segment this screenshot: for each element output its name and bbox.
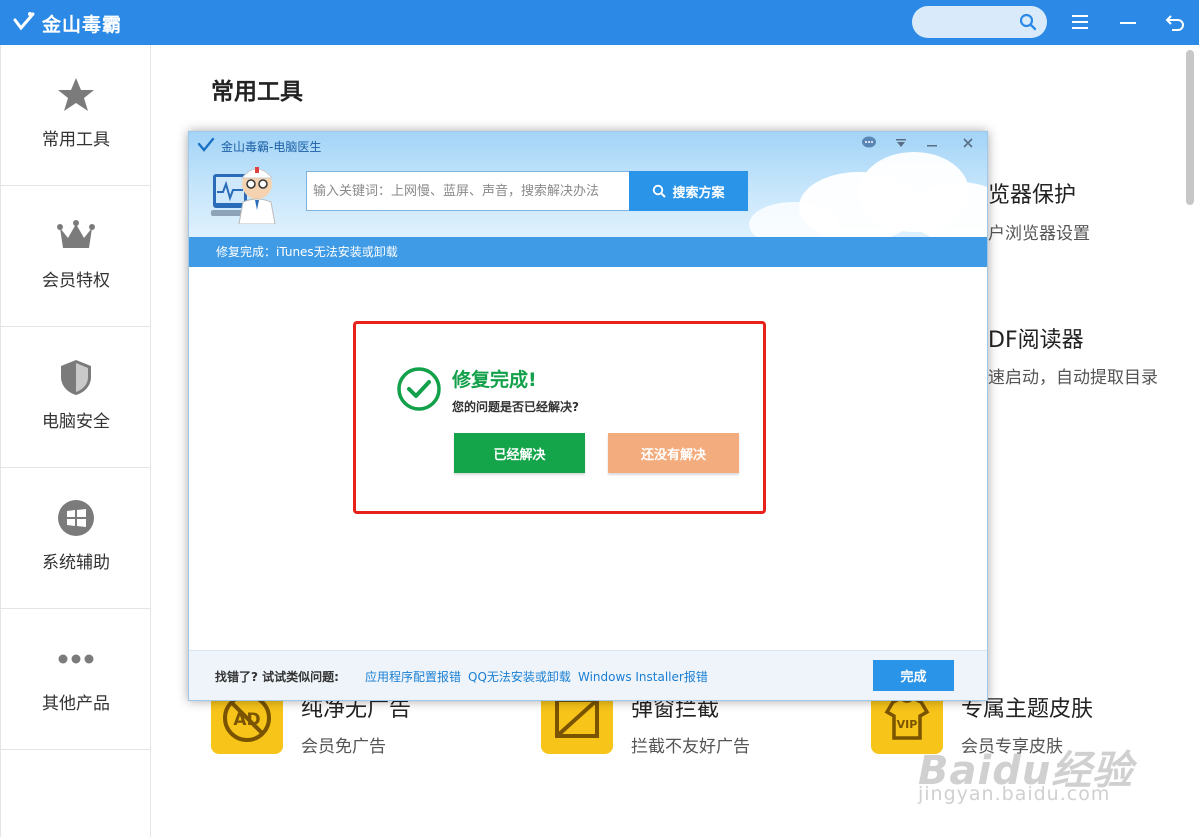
tool-desc-popup-block: 拦截不友好广告	[631, 737, 750, 757]
related-link[interactable]: Windows Installer报错	[578, 668, 708, 685]
minimize-icon[interactable]	[923, 134, 941, 152]
duba-logo-icon	[13, 12, 35, 31]
sidebar-item-system-assist[interactable]: 系统辅助	[1, 468, 151, 609]
sidebar-item-label: 电脑安全	[42, 412, 110, 432]
sidebar-item-label: 常用工具	[42, 130, 110, 150]
close-icon[interactable]	[959, 134, 977, 152]
sidebar-item-label: 其他产品	[42, 694, 110, 714]
app-titlebar: 金山毒霸	[0, 0, 1199, 45]
sidebar-item-membership[interactable]: 会员特权	[1, 186, 151, 327]
feedback-icon[interactable]	[860, 134, 878, 152]
more-dots-icon	[58, 654, 94, 664]
sidebar-item-label: 系统辅助	[42, 553, 110, 573]
tool-desc-pdf-reader: 速启动，自动提取目录	[988, 368, 1158, 388]
result-question: 您的问题是否已经解决?	[452, 400, 579, 414]
windows-icon	[58, 500, 94, 536]
search-solution-button[interactable]: 搜索方案	[629, 171, 748, 211]
dropdown-menu-icon[interactable]	[892, 134, 910, 152]
main-search-input[interactable]	[912, 6, 1047, 38]
star-icon	[58, 78, 94, 111]
menu-icon[interactable]	[1069, 11, 1091, 33]
sidebar: 常用工具 会员特权 电脑安全 系统辅助 其他产品	[0, 45, 151, 837]
solved-button[interactable]: 已经解决	[454, 433, 585, 473]
crown-icon	[57, 220, 95, 248]
repair-status-bar: 修复完成：iTunes无法安装或卸载	[189, 237, 987, 267]
back-icon[interactable]	[1164, 11, 1186, 33]
dialog-footer: 找错了? 试试类似问题: 应用程序配置报错 QQ无法安装或卸载 Windows …	[189, 650, 987, 700]
dialog-search-field[interactable]	[307, 172, 629, 210]
related-link[interactable]: QQ无法安装或卸载	[468, 668, 571, 685]
tool-title-browser-protect[interactable]: 览器保护	[988, 177, 1076, 209]
result-highlight-box	[353, 321, 766, 514]
tool-desc-browser-protect: 户浏览器设置	[988, 224, 1090, 244]
sidebar-item-common-tools[interactable]: 常用工具	[1, 45, 151, 186]
check-circle-icon	[397, 367, 441, 411]
done-button[interactable]: 完成	[873, 660, 954, 691]
page-title: 常用工具	[211, 79, 303, 105]
not-solved-button[interactable]: 还没有解决	[608, 433, 739, 473]
svg-text:VIP: VIP	[897, 718, 918, 731]
doctor-mascot-icon	[211, 167, 276, 224]
related-link[interactable]: 应用程序配置报错	[365, 668, 461, 685]
search-icon[interactable]	[1019, 13, 1037, 31]
result-title: 修复完成!	[452, 369, 537, 391]
search-solution-label: 搜索方案	[672, 185, 725, 201]
sidebar-item-pc-security[interactable]: 电脑安全	[1, 327, 151, 468]
watermark-url: jingyan.baidu.com	[918, 783, 1111, 805]
baidu-watermark: Baidu经验 jingyan.baidu.com	[918, 738, 1133, 805]
pc-doctor-dialog: 金山毒霸-电脑医生 输入关键词：上网慢、蓝屏、声音，搜索解决办法 搜索方案 修复…	[188, 131, 988, 701]
footer-label: 找错了? 试试类似问题:	[215, 670, 339, 684]
dialog-search-input[interactable]	[306, 171, 629, 211]
app-title: 金山毒霸	[42, 14, 123, 36]
sidebar-item-label: 会员特权	[42, 271, 110, 291]
dialog-title: 金山毒霸-电脑医生	[221, 140, 322, 154]
search-icon	[653, 184, 667, 198]
minimize-icon[interactable]	[1117, 11, 1139, 33]
duba-logo-icon	[197, 137, 215, 152]
sidebar-item-other-products[interactable]: 其他产品	[1, 609, 151, 750]
dialog-header: 金山毒霸-电脑医生 输入关键词：上网慢、蓝屏、声音，搜索解决办法 搜索方案	[189, 132, 987, 237]
tool-title-pdf-reader[interactable]: DF阅读器	[988, 322, 1084, 354]
shield-icon	[61, 360, 91, 395]
scrollbar[interactable]	[1186, 50, 1194, 205]
tool-desc-ad-free: 会员免广告	[301, 737, 386, 757]
